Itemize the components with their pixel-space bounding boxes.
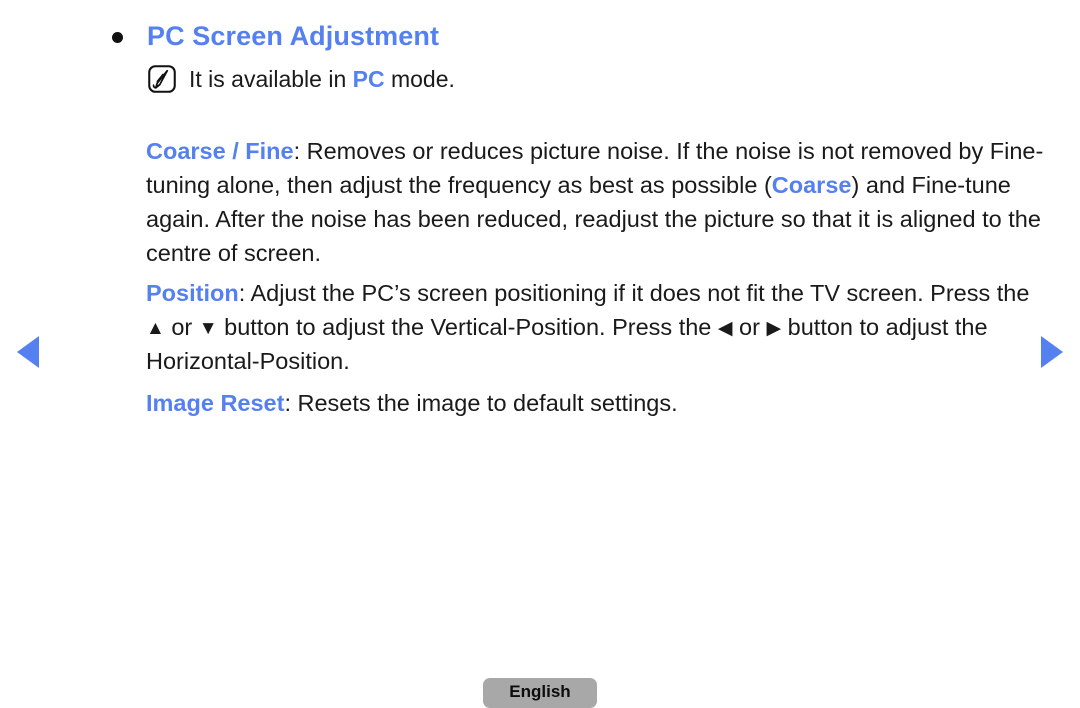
note-keyword-pc: PC (352, 66, 385, 92)
paragraph-position-segment-1: : Adjust the PC’s screen positioning if … (238, 279, 1030, 306)
arrow-up-icon: ▲ (146, 317, 165, 339)
page-title: PC Screen Adjustment (147, 21, 440, 51)
note-row: It is available in PC mode. (147, 64, 455, 94)
manual-page: PC Screen Adjustment It is available in … (0, 0, 1080, 708)
keyword-image-reset: Image Reset (146, 389, 285, 416)
paragraph-position: Position: Adjust the PC’s screen positio… (146, 276, 1046, 378)
paragraph-position-segment-4: or (732, 313, 767, 340)
keyword-position: Position (146, 279, 239, 306)
paragraph-image-reset-segment-1: : Resets the image to default settings. (284, 389, 678, 416)
keyword-coarse: Coarse (771, 171, 852, 198)
note-text-after: mode. (384, 66, 455, 92)
paragraph-image-reset: Image Reset: Resets the image to default… (146, 386, 1046, 420)
paragraph-coarse-fine: Coarse / Fine: Removes or reduces pictur… (146, 134, 1046, 270)
bullet-icon (112, 32, 123, 43)
note-pen-icon (148, 65, 176, 93)
previous-page-arrow-icon[interactable] (17, 336, 39, 368)
note-text-before: It is available in (189, 66, 353, 92)
arrow-left-icon: ◀ (717, 317, 733, 339)
arrow-right-icon: ▶ (766, 317, 782, 339)
section-heading: PC Screen Adjustment (0, 0, 1080, 58)
paragraph-position-segment-2: or (164, 313, 199, 340)
language-badge[interactable]: English (483, 678, 597, 708)
content-area: PC Screen Adjustment It is available in … (0, 0, 1080, 416)
keyword-coarse-fine: Coarse / Fine (146, 137, 294, 164)
arrow-down-icon: ▼ (198, 317, 218, 339)
note-text: It is available in PC mode. (189, 64, 455, 94)
paragraph-position-segment-3: button to adjust the Vertical-Position. … (217, 313, 718, 340)
